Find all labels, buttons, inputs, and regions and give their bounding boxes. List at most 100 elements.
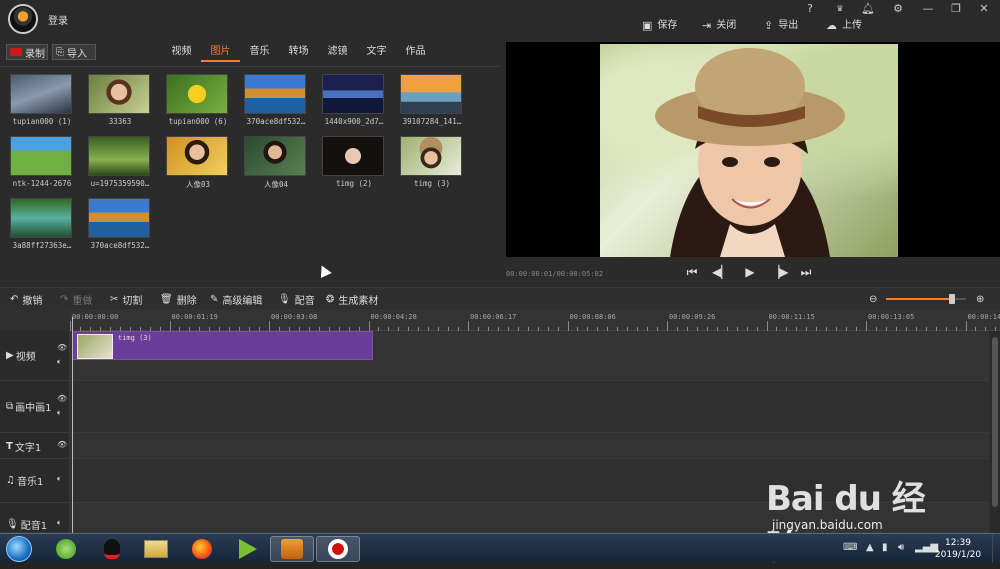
tab-music[interactable]: 音乐 <box>240 42 279 62</box>
tab-filter[interactable]: 滤镜 <box>318 42 357 62</box>
next-frame-icon[interactable]: ▕▶ <box>770 264 786 280</box>
taskbar-app-editor[interactable] <box>270 536 314 562</box>
tab-transition[interactable]: 转场 <box>279 42 318 62</box>
media-item[interactable]: tupian000 (1) <box>6 74 78 132</box>
go-end-icon[interactable]: ⏭ <box>798 264 814 280</box>
media-item[interactable]: 39107284_141… <box>396 74 468 132</box>
keyboard-icon[interactable]: ⌨ <box>843 542 857 553</box>
media-item[interactable]: 3a88ff27363e… <box>6 198 78 256</box>
media-caption: 370ace8df532… <box>240 117 312 126</box>
media-item[interactable]: timg (3) <box>396 136 468 194</box>
time-ruler[interactable]: 00:00:00:0000:00:01:1900:00:03:0800:00:0… <box>70 309 1000 331</box>
import-icon: ⎘ <box>56 47 64 58</box>
upload-button[interactable]: ☁ 上传 <box>826 19 862 33</box>
tray-arrow-icon[interactable]: ▲ <box>866 542 874 553</box>
bell-icon[interactable]: 🔔︎ <box>858 2 878 16</box>
system-clock[interactable]: 12:39 2019/1/20 <box>930 537 986 561</box>
clip-thumbnail <box>77 334 113 359</box>
mouse-cursor <box>316 263 332 278</box>
delete-label: 删除 <box>177 292 197 307</box>
media-item[interactable]: u=1975359590… <box>84 136 156 194</box>
media-item[interactable]: ntk-1244-2676 <box>6 136 78 194</box>
gear-icon[interactable]: ⚙ <box>888 2 908 16</box>
ruler-tick <box>170 321 171 331</box>
media-item[interactable]: 1440x900_2d7… <box>318 74 390 132</box>
playhead[interactable] <box>72 317 73 533</box>
zoom-in-icon[interactable]: ⊕ <box>976 292 984 306</box>
taskbar-app-qq[interactable] <box>90 536 134 562</box>
media-item[interactable]: 人像03 <box>162 136 234 194</box>
record-app-icon <box>328 539 348 559</box>
zoom-out-icon[interactable]: ⊖ <box>869 292 877 306</box>
speaker-icon[interactable]: 🔈︎ <box>57 518 62 528</box>
clip-name: timg (3) <box>118 334 152 342</box>
baidu-watermark: Bai du 经验 jingyan.baidu.com <box>766 455 956 525</box>
prev-frame-icon[interactable]: ◀▏ <box>712 264 728 280</box>
save-button[interactable]: ▣ 保存 <box>642 19 677 33</box>
save-label: 保存 <box>657 19 677 33</box>
minimize-icon[interactable]: — <box>918 2 938 16</box>
taskbar-app-recorder[interactable] <box>316 536 360 562</box>
media-item[interactable]: 人像04 <box>240 136 312 194</box>
login-link[interactable]: 登录 <box>48 12 68 27</box>
media-item[interactable]: timg (2) <box>318 136 390 194</box>
media-caption: 39107284_141… <box>396 117 468 126</box>
speaker-icon[interactable]: 🔈︎ <box>57 357 62 367</box>
zoom-slider[interactable] <box>886 298 966 300</box>
record-label: 录制 <box>25 45 45 60</box>
start-button[interactable] <box>6 536 32 562</box>
device-icon[interactable]: ▮ <box>882 542 888 553</box>
close-project-button[interactable]: ⇥ 关闭 <box>702 19 736 33</box>
divider <box>0 66 500 67</box>
taskbar-app-video[interactable] <box>226 536 270 562</box>
speaker-icon[interactable]: 🔈︎ <box>57 408 62 418</box>
vip-icon[interactable]: ♛ <box>830 2 850 16</box>
zoom-slider-handle[interactable] <box>949 294 955 304</box>
voiceover-button[interactable]: 🎙︎ 配音 <box>278 292 315 306</box>
ruler-tick-label: 00:00:08:06 <box>570 313 616 321</box>
import-button[interactable]: ⎘ 导入 <box>52 44 96 60</box>
tab-works[interactable]: 作品 <box>396 42 435 62</box>
video-clip[interactable]: timg (3) <box>72 331 373 360</box>
help-icon[interactable]: ? <box>800 2 820 16</box>
undo-button[interactable]: ↶ 撤销 <box>10 292 42 306</box>
cut-button[interactable]: ✂ 切割 <box>110 292 142 306</box>
tab-image[interactable]: 图片 <box>201 42 240 62</box>
media-item[interactable]: 370ace8df532… <box>84 198 156 256</box>
go-start-icon[interactable]: ⏮ <box>684 264 700 280</box>
close-icon[interactable]: ✕ <box>974 2 994 16</box>
thumbnail-image <box>322 74 384 114</box>
tab-video[interactable]: 视频 <box>162 42 201 62</box>
taskbar-app-firefox[interactable] <box>180 536 224 562</box>
play-icon[interactable]: ▶ <box>742 264 758 280</box>
close-label: 关闭 <box>716 19 736 33</box>
portrait-image <box>600 44 898 257</box>
media-item[interactable]: 370ace8df532… <box>240 74 312 132</box>
media-item[interactable]: 33363 <box>84 74 156 132</box>
record-button[interactable]: 录制 <box>6 44 48 60</box>
ruler-tick <box>269 321 270 331</box>
taskbar-app-360[interactable] <box>44 536 88 562</box>
restore-icon[interactable]: ❐ <box>946 2 966 16</box>
advanced-edit-button[interactable]: ✎ 高级编辑 <box>210 292 262 306</box>
taskbar-app-explorer[interactable] <box>134 536 178 562</box>
media-item[interactable]: tupian000 (6) <box>162 74 234 132</box>
tab-text[interactable]: 文字 <box>357 42 396 62</box>
scrollbar-thumb[interactable] <box>992 337 998 507</box>
thumbnail-image <box>10 198 72 238</box>
generate-button[interactable]: ❂ 生成素材 <box>326 292 378 306</box>
eye-icon[interactable]: 👁︎ <box>57 440 67 449</box>
time-readout: 00:00:00:01/00:00:05:02 <box>506 270 603 278</box>
delete-button[interactable]: 🗑︎ 删除 <box>160 292 197 306</box>
redo-button[interactable]: ↷ 重做 <box>60 292 92 306</box>
speaker-icon[interactable]: 🔈︎ <box>57 474 62 484</box>
export-button[interactable]: ⇪ 导出 <box>764 19 798 33</box>
export-icon: ⇪ <box>764 19 773 33</box>
track-header-music: ♫ 音乐1 🔈︎ <box>0 459 70 503</box>
eye-icon[interactable]: 👁︎ <box>57 343 67 352</box>
volume-icon[interactable]: 🔊︎ <box>898 542 904 553</box>
show-desktop-button[interactable] <box>992 534 1000 563</box>
timeline-scrollbar[interactable] <box>990 331 1000 533</box>
track-lane-pip[interactable] <box>71 381 989 433</box>
eye-icon[interactable]: 👁︎ <box>57 394 67 403</box>
